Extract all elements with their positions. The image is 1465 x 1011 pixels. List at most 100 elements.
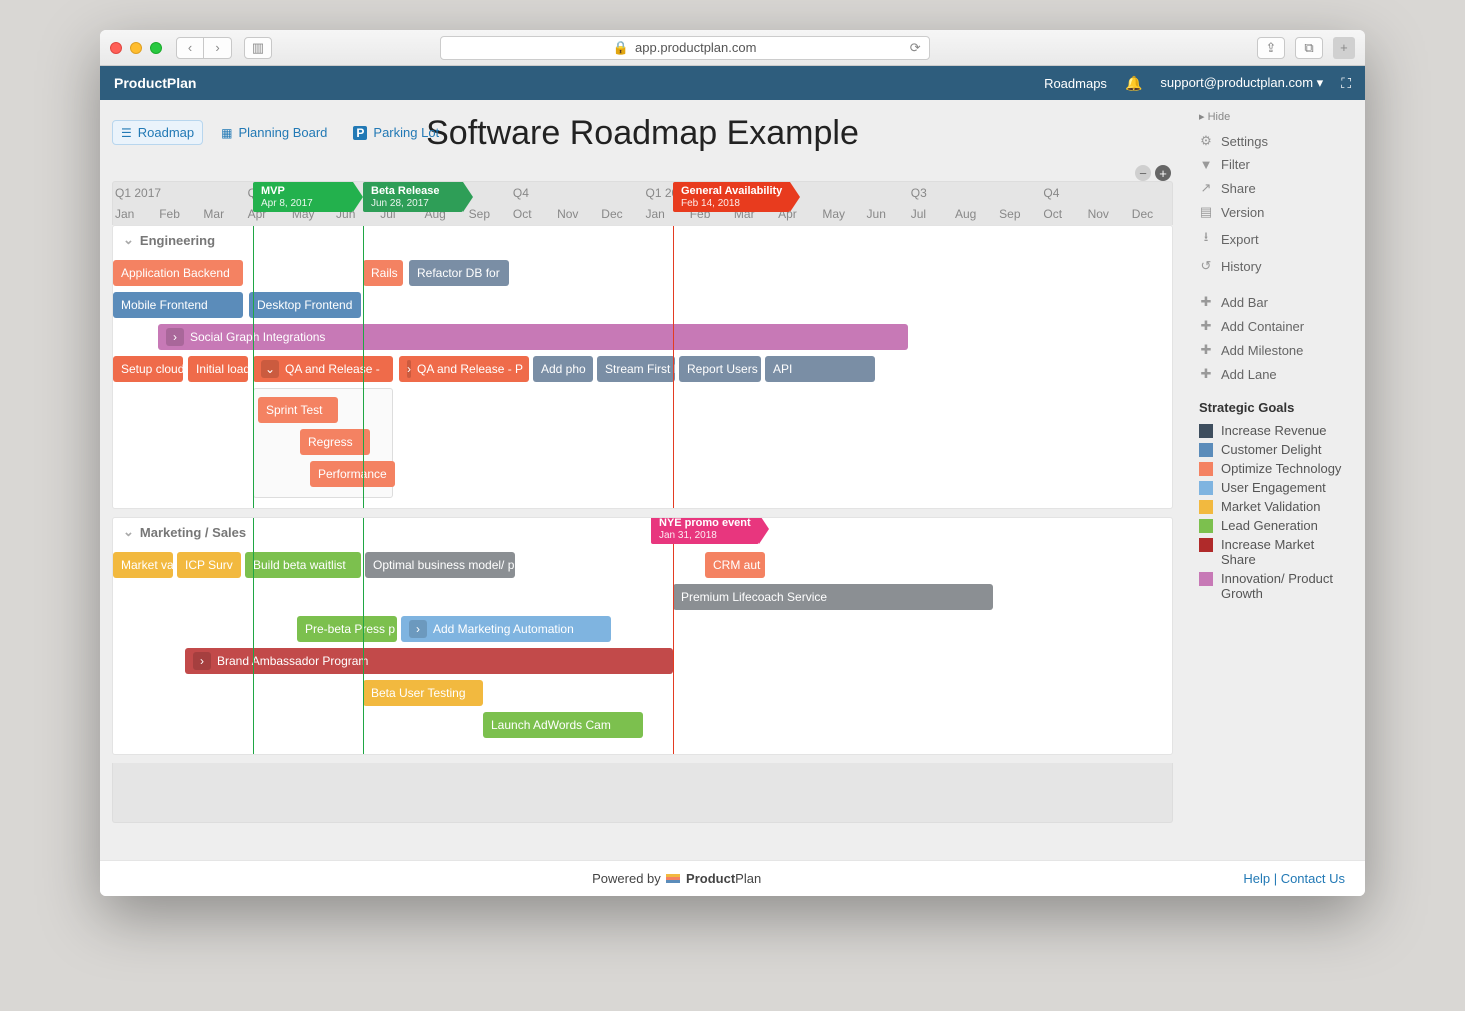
gear-icon: ⚙: [1199, 133, 1213, 149]
add-milestone[interactable]: ✚Add Milestone: [1199, 338, 1351, 362]
legend-item[interactable]: Innovation/ Product Growth: [1199, 569, 1351, 603]
bar-setup-cloud[interactable]: Setup cloud: [113, 356, 183, 382]
legend-item[interactable]: User Engagement: [1199, 478, 1351, 497]
milestone-mvp[interactable]: MVPApr 8, 2017: [253, 182, 353, 212]
close-window-icon[interactable]: [110, 42, 122, 54]
bar-launch-adwords[interactable]: Launch AdWords Cam: [483, 712, 643, 738]
forward-button[interactable]: ›: [204, 37, 232, 59]
bar-stream-first[interactable]: Stream First D: [597, 356, 675, 382]
timeline-header: MVPApr 8, 2017 Beta ReleaseJun 28, 2017 …: [112, 181, 1173, 225]
legend-item[interactable]: Increase Market Share: [1199, 535, 1351, 569]
bar-prebeta-press[interactable]: Pre-beta Press p: [297, 616, 397, 642]
chevron-down-icon[interactable]: ⌄: [123, 524, 134, 540]
add-lane[interactable]: ✚Add Lane: [1199, 362, 1351, 386]
bar-brand-ambassador[interactable]: ›Brand Ambassador Program: [185, 648, 673, 674]
add-container[interactable]: ✚Add Container: [1199, 314, 1351, 338]
notifications-icon[interactable]: 🔔: [1125, 75, 1142, 92]
bar-app-backend[interactable]: Application Backend: [113, 260, 243, 286]
nav-roadmaps[interactable]: Roadmaps: [1044, 76, 1107, 91]
bar-crm-aut[interactable]: CRM aut: [705, 552, 765, 578]
legend-label: Increase Revenue: [1221, 423, 1327, 438]
hide-panel-button[interactable]: ▸ Hide: [1199, 110, 1351, 123]
bar-performance[interactable]: Performance: [310, 461, 395, 487]
legend-item[interactable]: Increase Revenue: [1199, 421, 1351, 440]
expand-icon[interactable]: ›: [193, 652, 211, 670]
expand-icon[interactable]: ›: [409, 620, 427, 638]
minimize-window-icon[interactable]: [130, 42, 142, 54]
bar-api[interactable]: API: [765, 356, 875, 382]
version-icon: ▤: [1199, 204, 1213, 220]
month-label: Nov: [557, 207, 578, 221]
legend-item[interactable]: Lead Generation: [1199, 516, 1351, 535]
side-settings[interactable]: ⚙Settings: [1199, 129, 1351, 153]
side-export[interactable]: ⭳Export: [1199, 224, 1351, 254]
tab-roadmap[interactable]: ☰Roadmap: [112, 120, 203, 145]
download-icon: ⭳: [1199, 228, 1213, 250]
expand-icon[interactable]: ›: [166, 328, 184, 346]
milestone-nye[interactable]: NYE promo eventJan 31, 2018: [651, 517, 759, 544]
back-button[interactable]: ‹: [176, 37, 204, 59]
bar-beta-waitlist[interactable]: Build beta waitlist: [245, 552, 361, 578]
tab-parking-lot[interactable]: PParking Lot: [345, 120, 447, 145]
chevron-down-icon[interactable]: ⌄: [123, 232, 134, 248]
side-version[interactable]: ▤Version: [1199, 200, 1351, 224]
bar-marketing-automation[interactable]: ›Add Marketing Automation: [401, 616, 611, 642]
parking-icon: P: [353, 126, 367, 140]
month-label: Jan: [646, 207, 665, 221]
bar-premium-lifecoach[interactable]: Premium Lifecoach Service: [673, 584, 993, 610]
legend-item[interactable]: Optimize Technology: [1199, 459, 1351, 478]
bar-market-val[interactable]: Market val: [113, 552, 173, 578]
user-menu[interactable]: support@productplan.com ▾: [1160, 75, 1323, 91]
brand-logo[interactable]: ProductPlan: [114, 75, 196, 91]
tab-planning-board[interactable]: ▦Planning Board: [213, 120, 335, 145]
bar-optimal-model[interactable]: Optimal business model/ pr: [365, 552, 515, 578]
bar-refactor-db[interactable]: Refactor DB for: [409, 260, 509, 286]
bar-sprint-test[interactable]: Sprint Test: [258, 397, 338, 423]
timeline-footer-spacer: [112, 763, 1173, 823]
address-bar[interactable]: 🔒 app.productplan.com ⟳: [440, 36, 930, 60]
legend-label: User Engagement: [1221, 480, 1326, 495]
milestone-ga[interactable]: General AvailabilityFeb 14, 2018: [673, 182, 790, 212]
sidebar-toggle-button[interactable]: ▥: [244, 37, 272, 59]
zoom-window-icon[interactable]: [150, 42, 162, 54]
lane-title: Engineering: [140, 233, 215, 248]
window-controls[interactable]: [110, 42, 162, 54]
bar-qa-release-1[interactable]: ⌄QA and Release -: [253, 356, 393, 382]
bar-initial-load[interactable]: Initial load: [188, 356, 248, 382]
bar-beta-user-testing[interactable]: Beta User Testing: [363, 680, 483, 706]
lane-marketing: ⌄Marketing / Sales NYE promo eventJan 31…: [112, 517, 1173, 755]
new-tab-button[interactable]: +: [1333, 37, 1355, 59]
bar-qa-release-2[interactable]: ›QA and Release - P: [399, 356, 529, 382]
bar-rails[interactable]: Rails: [363, 260, 403, 286]
collapse-icon[interactable]: ⌄: [261, 360, 279, 378]
bar-icp-survey[interactable]: ICP Surv: [177, 552, 241, 578]
side-share[interactable]: ↗Share: [1199, 176, 1351, 200]
bar-add-pho[interactable]: Add pho: [533, 356, 593, 382]
bar-mobile-frontend[interactable]: Mobile Frontend: [113, 292, 243, 318]
add-bar[interactable]: ✚Add Bar: [1199, 290, 1351, 314]
board-icon: ▦: [221, 126, 232, 140]
tabs-icon[interactable]: ⧉: [1295, 37, 1323, 59]
reload-icon[interactable]: ⟳: [910, 40, 921, 56]
bar-regress[interactable]: Regress: [300, 429, 370, 455]
expand-icon[interactable]: ›: [407, 360, 411, 378]
legend-item[interactable]: Customer Delight: [1199, 440, 1351, 459]
lock-icon: 🔒: [613, 40, 629, 56]
zoom-in-button[interactable]: +: [1155, 165, 1171, 181]
legend-item[interactable]: Market Validation: [1199, 497, 1351, 516]
side-history[interactable]: ↺History: [1199, 254, 1351, 278]
bar-desktop-frontend[interactable]: Desktop Frontend: [249, 292, 361, 318]
plus-icon: ✚: [1199, 294, 1213, 310]
bar-report-users[interactable]: Report Users: [679, 356, 761, 382]
side-filter[interactable]: ▼Filter: [1199, 153, 1351, 176]
fullscreen-icon[interactable]: ⛶: [1341, 75, 1351, 92]
help-link[interactable]: Help: [1243, 871, 1270, 886]
milestone-beta[interactable]: Beta ReleaseJun 28, 2017: [363, 182, 463, 212]
filter-icon: ▼: [1199, 157, 1213, 172]
contact-link[interactable]: Contact Us: [1281, 871, 1345, 886]
url-text: app.productplan.com: [635, 40, 756, 55]
zoom-out-button[interactable]: −: [1135, 165, 1151, 181]
share-icon[interactable]: ⇪: [1257, 37, 1285, 59]
quarter-label: Q3: [911, 186, 927, 200]
bar-social-graph[interactable]: ›Social Graph Integrations: [158, 324, 908, 350]
